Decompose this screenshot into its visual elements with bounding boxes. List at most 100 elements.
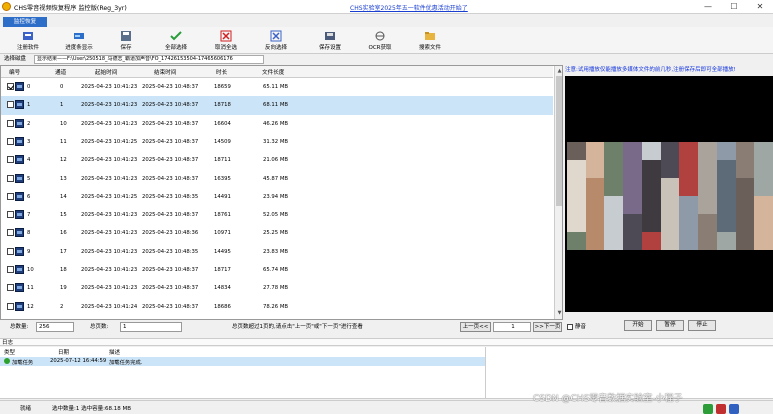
mosaic-tile <box>567 178 586 196</box>
table-scrollbar[interactable]: ▲ ▼ <box>554 66 562 319</box>
col-header-end[interactable]: 结束时间 <box>154 68 176 76</box>
cell-start-time: 2025-04-23 10:41:23 <box>81 267 138 273</box>
table-row[interactable]: 2 10 2025-04-23 10:41:23 2025-04-23 10:48:3… <box>1 115 553 133</box>
log-col-date[interactable]: 日期 <box>58 348 69 356</box>
log-col-type[interactable]: 类型 <box>4 348 15 356</box>
row-checkbox[interactable] <box>7 266 14 273</box>
col-header-no[interactable]: 编号 <box>9 68 20 76</box>
row-checkbox[interactable] <box>7 101 14 109</box>
progress-button[interactable]: 进度条显示 <box>58 29 100 52</box>
scroll-down-icon[interactable]: ▼ <box>556 309 562 317</box>
cell-duration: 16395 <box>214 175 231 182</box>
log-row[interactable]: 加载任务 2025-07-12 16:44:59 加载任务完成. <box>0 357 485 366</box>
current-page-input[interactable]: 1 <box>493 322 531 332</box>
select-all-button[interactable]: 全部选择 <box>156 29 196 52</box>
row-checkbox[interactable] <box>7 247 14 255</box>
play-start-button[interactable]: 开始 <box>624 320 652 331</box>
ocr-icon <box>375 31 385 41</box>
play-stop-button[interactable]: 停止 <box>688 320 716 331</box>
mosaic-tile <box>735 160 755 178</box>
col-header-size[interactable]: 文件长度 <box>262 68 284 76</box>
cell-channel: 0 <box>60 84 64 90</box>
close-button[interactable]: ✕ <box>747 0 773 14</box>
table-row[interactable]: 5 13 2025-04-23 10:41:23 2025-04-23 10:48:3… <box>1 170 553 188</box>
invert-select-icon <box>270 30 282 42</box>
promo-link[interactable]: CHS实验室2025年五一软件优惠活动开始了 <box>350 3 468 12</box>
cell-duration: 16604 <box>214 120 231 127</box>
cell-no: 1 <box>27 102 31 109</box>
row-checkbox[interactable] <box>7 211 14 219</box>
table-row[interactable]: 10 18 2025-04-23 10:41:23 2025-04-23 10:48:… <box>1 261 553 279</box>
table-row[interactable]: 0 0 2025-04-23 10:41:23 2025-04-23 10:48:37… <box>1 78 553 96</box>
table-row[interactable]: 13202025-04-23 10:41:232025-04-23 10:48:… <box>1 316 553 319</box>
scrollbar-thumb[interactable] <box>556 76 562 206</box>
log-title: 日志 <box>0 338 773 346</box>
search-file-button[interactable]: 搜索文件 <box>410 29 450 52</box>
cell-no: 4 <box>27 157 31 164</box>
cell-start-time: 2025-04-23 10:41:25 <box>81 138 138 145</box>
col-header-start[interactable]: 起始时间 <box>95 68 117 76</box>
mosaic-tile <box>604 160 624 178</box>
register-button[interactable]: 注册软件 <box>8 29 48 52</box>
table-row[interactable]: 3 11 2025-04-23 10:41:25 2025-04-23 10:48:3… <box>1 133 553 151</box>
table-row[interactable]: 12 2 2025-04-23 10:41:24 2025-04-23 10:48:3… <box>1 298 553 316</box>
cell-channel: 15 <box>60 212 67 219</box>
maximize-button[interactable]: ☐ <box>721 0 747 14</box>
scroll-up-icon[interactable]: ▲ <box>556 67 562 75</box>
save-settings-button[interactable]: 保存设置 <box>310 29 350 52</box>
cell-size: 52.05 MB <box>263 212 289 219</box>
mosaic-tile <box>585 142 605 160</box>
csdn-watermark: CSDN @CHS零音数据实验室-小程子 <box>533 394 683 404</box>
cell-no: 3 <box>27 138 31 145</box>
next-page-button[interactable]: >>下一页 <box>533 322 562 332</box>
tab-monitor-recovery[interactable]: 监控恢复 <box>3 17 47 27</box>
row-checkbox[interactable] <box>7 174 14 182</box>
minimize-button[interactable]: — <box>695 0 721 14</box>
row-checkbox[interactable] <box>7 156 14 164</box>
row-checkbox[interactable] <box>7 302 14 310</box>
video-file-icon <box>15 228 24 238</box>
log-type: 加载任务 <box>12 360 34 366</box>
mosaic-tile <box>623 232 642 250</box>
log-col-desc[interactable]: 描述 <box>109 348 120 356</box>
table-row[interactable]: 1 1 2025-04-23 10:41:23 2025-04-23 10:48:37… <box>1 96 553 115</box>
row-checkbox[interactable] <box>7 284 14 292</box>
video-preview <box>565 76 773 312</box>
mosaic-tile <box>716 232 736 250</box>
row-checkbox[interactable] <box>7 83 14 90</box>
mosaic-tile <box>623 142 642 160</box>
row-checkbox[interactable] <box>7 229 14 237</box>
row-checkbox[interactable] <box>7 192 14 200</box>
invert-select-button[interactable]: 反向选择 <box>256 29 296 52</box>
save-button[interactable]: 保存 <box>112 29 140 52</box>
prev-page-button[interactable]: 上一页<< <box>460 322 491 332</box>
mosaic-tile <box>660 232 680 250</box>
drive-path-field[interactable]: 显示结果——F:\User\250518_马德志_霸道加声音\FO_174261… <box>34 55 264 64</box>
mosaic-tile <box>641 142 661 160</box>
mosaic-tile <box>641 160 661 178</box>
play-pause-button[interactable]: 暂停 <box>656 320 684 331</box>
page-count: 1 <box>120 322 182 332</box>
row-checkbox[interactable] <box>7 119 14 127</box>
col-header-channel[interactable]: 通道 <box>55 68 66 76</box>
search-file-label: 搜索文件 <box>418 45 441 51</box>
log-divider <box>485 347 486 399</box>
table-row[interactable]: 8 16 2025-04-23 10:41:23 2025-04-23 10:48:3… <box>1 224 553 242</box>
col-header-duration[interactable]: 时长 <box>216 68 227 76</box>
log-desc: 加载任务完成. <box>109 360 143 366</box>
table-row[interactable]: 7 15 2025-04-23 10:41:23 2025-04-23 10:48:3… <box>1 206 553 224</box>
table-row[interactable]: 9 17 2025-04-23 10:41:23 2025-04-23 10:48:3… <box>1 243 553 261</box>
cell-channel: 12 <box>60 157 67 164</box>
ocr-button[interactable]: OCR获取 <box>362 29 398 52</box>
cell-duration: 10971 <box>214 230 231 237</box>
table-row[interactable]: 6 14 2025-04-23 10:41:25 2025-04-23 10:48:3… <box>1 188 553 206</box>
mute-checkbox[interactable]: 静音 <box>567 322 586 330</box>
table-row[interactable]: 4 12 2025-04-23 10:41:23 2025-04-23 10:48:3… <box>1 151 553 169</box>
cell-end-time: 2025-04-23 10:48:37 <box>142 102 199 109</box>
save-label: 保存 <box>120 45 132 51</box>
unselect-all-button[interactable]: 取消全选 <box>206 29 246 52</box>
mute-box[interactable] <box>567 323 573 330</box>
table-row[interactable]: 11 19 2025-04-23 10:41:23 2025-04-23 10:48:… <box>1 279 553 297</box>
cell-size: 27.78 MB <box>263 285 289 292</box>
row-checkbox[interactable] <box>7 137 14 145</box>
